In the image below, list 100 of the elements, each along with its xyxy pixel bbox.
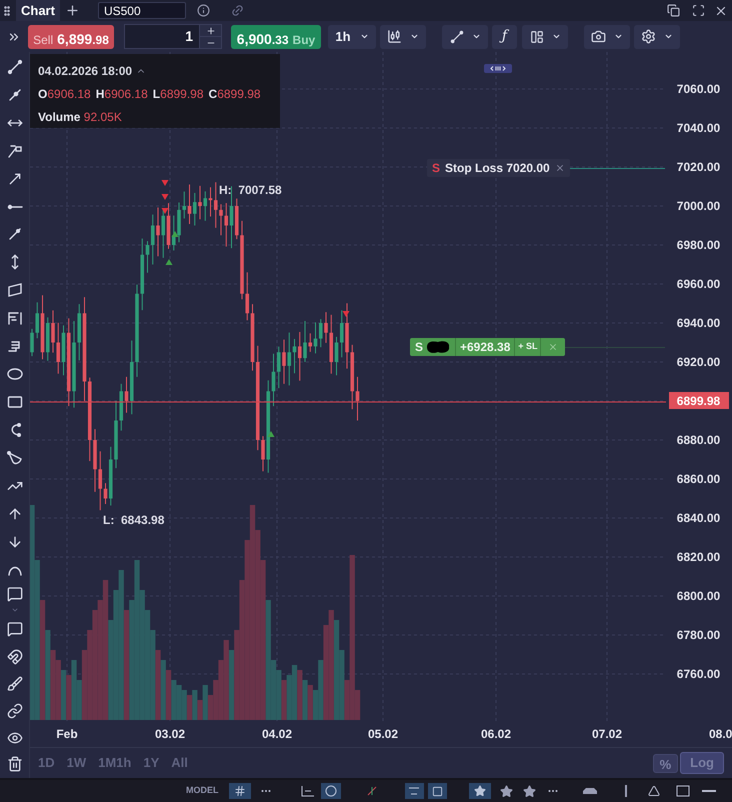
position-tag[interactable]: S +6928.38 + SL — [410, 338, 566, 356]
model-label: MODEL — [186, 784, 218, 798]
buy-signal-icon — [166, 259, 172, 265]
sell-signal-icon — [342, 311, 350, 317]
sell-button[interactable]: Sell 6,899.98 — [28, 24, 114, 48]
vertical-bar-icon[interactable] — [624, 785, 628, 797]
star-icon[interactable] — [522, 784, 536, 798]
square-icon[interactable] — [432, 786, 442, 796]
crossed-lines-icon[interactable] — [366, 786, 376, 796]
screenshot-dropdown[interactable] — [584, 24, 630, 48]
caret-icon — [410, 32, 419, 41]
profit-text: +6928.38 — [455, 338, 514, 356]
plus-icon[interactable] — [206, 26, 216, 36]
hash-icon[interactable] — [234, 785, 246, 797]
grid-toggle[interactable] — [228, 783, 250, 799]
range-button[interactable]: 1D — [38, 753, 55, 773]
trend-line-icon[interactable] — [450, 30, 464, 44]
symbol-field[interactable]: US500 — [98, 2, 186, 19]
speech-bubble-icon[interactable] — [6, 621, 22, 638]
time-axis-label: 03.02 — [154, 726, 186, 743]
link-icon[interactable] — [6, 702, 22, 719]
circle-icon[interactable] — [324, 785, 336, 797]
settings-dropdown[interactable] — [634, 24, 680, 48]
time-axis-label: 05.02 — [368, 726, 398, 743]
price-axis-label: 6880.00 — [676, 432, 720, 448]
caret-icon — [614, 32, 623, 41]
price-axis-label: 6820.00 — [676, 548, 720, 566]
drawing-tool-dropdown[interactable] — [442, 24, 488, 48]
chart-type-dropdown[interactable] — [380, 24, 426, 48]
line-with-flag-icon[interactable] — [6, 142, 22, 159]
low-price-label: L: 6843.98 — [103, 512, 164, 529]
callout-icon[interactable] — [6, 586, 22, 602]
price-axis-label: 6960.00 — [676, 276, 720, 292]
timeframe-dropdown[interactable]: 1h — [328, 24, 376, 48]
bracket-bars-icon[interactable] — [6, 310, 22, 326]
redaction-scribble-icon — [425, 340, 452, 354]
stop-loss-tag[interactable]: S Stop Loss 7020.00 — [427, 159, 570, 177]
time-axis-label: 08.0 — [709, 726, 732, 743]
range-button[interactable]: 1M1h — [98, 753, 132, 773]
time-axis-label: 07.02 — [592, 726, 622, 743]
diagonal-line-icon[interactable] — [6, 226, 22, 242]
square-toggle[interactable] — [428, 783, 446, 799]
range-button[interactable]: 1Y — [143, 753, 160, 773]
lines-icon[interactable] — [408, 786, 420, 796]
price-axis-label: 7000.00 — [676, 198, 720, 214]
diagonal-arrow-icon[interactable] — [6, 170, 22, 187]
up-arrow-icon[interactable] — [6, 506, 22, 522]
range-button[interactable]: 1W — [66, 753, 86, 773]
order-side-marker: S — [415, 339, 424, 356]
magnet-icon[interactable] — [6, 648, 22, 665]
pane-handle-icon[interactable] — [484, 64, 512, 73]
scale-button[interactable]: Log — [680, 752, 724, 774]
frame-icon[interactable] — [676, 785, 690, 797]
indicators-button[interactable]: ƒ — [492, 24, 517, 48]
rectangle-icon[interactable] — [6, 394, 22, 410]
close-icon[interactable] — [554, 163, 565, 173]
price-axis-label: 6760.00 — [676, 666, 720, 682]
range-button[interactable]: All — [171, 753, 188, 773]
restore-window-icon[interactable] — [667, 4, 680, 17]
add-tab-icon[interactable] — [64, 3, 80, 18]
buy-signal-icon — [172, 231, 178, 237]
parallelogram-icon[interactable] — [6, 282, 22, 298]
star-toggle[interactable] — [468, 783, 490, 799]
caret-icon — [472, 32, 480, 41]
trapezoid-icon[interactable] — [582, 786, 598, 796]
buy-button[interactable]: 6,900.33 Buy — [231, 24, 321, 48]
ellipse-icon[interactable] — [6, 366, 22, 382]
add-stop-loss-button[interactable]: + SL — [514, 338, 540, 356]
fullscreen-icon[interactable] — [692, 4, 705, 17]
brush-icon[interactable] — [6, 676, 22, 692]
sell-signal-icon — [162, 194, 168, 200]
layout-dropdown[interactable] — [522, 24, 568, 48]
settings-icon — [641, 29, 656, 44]
layout-icon — [530, 30, 544, 44]
star-icon[interactable] — [500, 784, 512, 798]
caret-icon — [664, 32, 673, 41]
chart-tab[interactable]: Chart — [16, 0, 60, 21]
time-axis-label: 06.02 — [480, 726, 512, 743]
dash-icon[interactable] — [702, 789, 716, 793]
price-axis-label: 6920.00 — [676, 354, 720, 370]
candlestick-icon — [387, 29, 402, 44]
trend-line-icon[interactable] — [6, 58, 22, 75]
triangle-icon[interactable] — [648, 785, 660, 797]
price-axis-label: 7060.00 — [676, 80, 720, 98]
pie-slice-icon[interactable] — [6, 450, 22, 466]
axis-corner-icon[interactable] — [300, 785, 314, 797]
quantity-field[interactable]: 1 — [124, 24, 199, 49]
circle-toggle[interactable] — [320, 783, 340, 799]
time-axis-label: Feb — [56, 726, 78, 743]
increase-button[interactable] — [199, 24, 222, 36]
eye-icon[interactable] — [6, 730, 22, 746]
price-axis-label: 7020.00 — [676, 158, 720, 176]
time-axis-label: 04.02 — [262, 726, 292, 743]
info-icon[interactable] — [196, 4, 210, 17]
ray-line-icon[interactable] — [6, 86, 22, 103]
ohlc-field: C6899.98 — [208, 85, 261, 103]
scale-button[interactable]: % — [652, 754, 678, 772]
trash-icon[interactable] — [6, 756, 22, 772]
align-toggle[interactable] — [404, 783, 424, 799]
star-icon[interactable] — [474, 785, 486, 797]
